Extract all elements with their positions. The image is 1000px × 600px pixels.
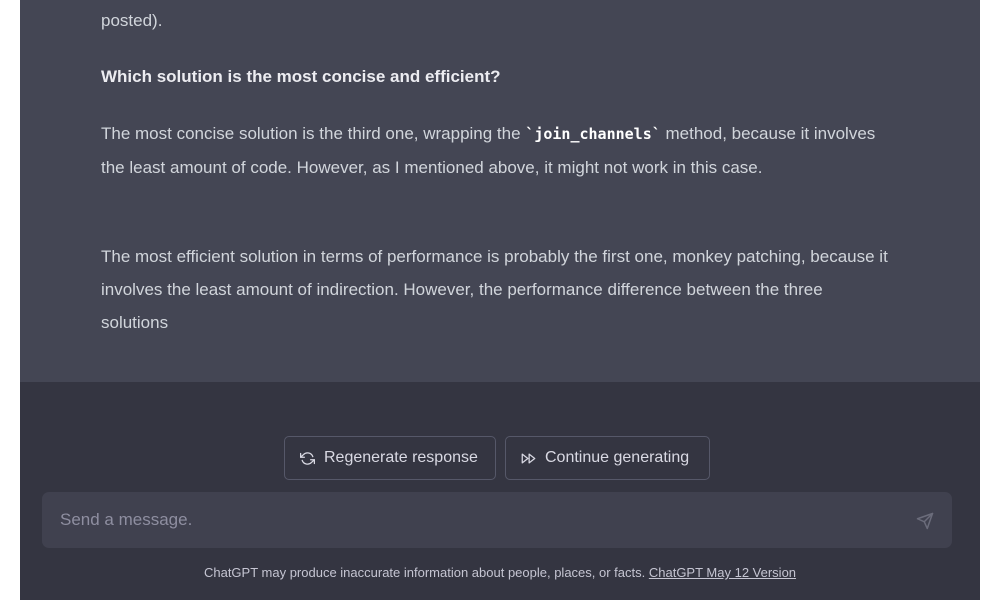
continue-generating-button[interactable]: Continue generating — [505, 436, 710, 480]
send-button[interactable] — [914, 510, 936, 532]
regenerate-label: Regenerate response — [324, 449, 478, 466]
chat-app: posted). Which solution is the most conc… — [20, 0, 980, 600]
composer-area: Regenerate response Continue generating — [20, 382, 980, 600]
version-link[interactable]: ChatGPT May 12 Version — [649, 565, 796, 580]
message-paragraph-concise: The most concise solution is the third o… — [101, 117, 891, 184]
footer-disclaimer: ChatGPT may produce inaccurate informati… — [20, 564, 980, 582]
message-composer — [42, 492, 952, 548]
disclaimer-text: ChatGPT may produce inaccurate informati… — [203, 565, 649, 580]
fast-forward-icon — [520, 450, 536, 466]
inline-code: `join_channels` — [525, 125, 661, 143]
refresh-icon — [299, 450, 315, 466]
message-paragraph-efficient: The most efficient solution in terms of … — [101, 247, 888, 332]
message-heading: Which solution is the most concise and e… — [101, 67, 501, 86]
send-icon — [916, 512, 934, 530]
assistant-message: posted). Which solution is the most conc… — [20, 0, 980, 382]
regenerate-response-button[interactable]: Regenerate response — [284, 436, 496, 480]
paragraph-text: The most concise solution is the third o… — [101, 124, 526, 143]
message-input[interactable] — [60, 492, 880, 548]
action-row: Regenerate response Continue generating — [20, 436, 980, 482]
continue-label: Continue generating — [545, 449, 690, 466]
message-fragment: posted). — [101, 11, 163, 30]
